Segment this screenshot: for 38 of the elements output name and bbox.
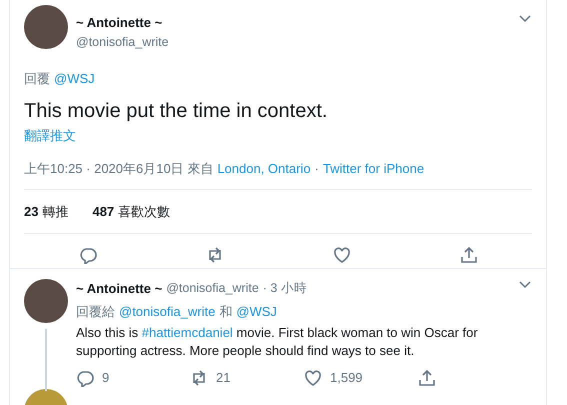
share-icon[interactable] — [418, 368, 436, 387]
hashtag-link[interactable]: #hattiemcdaniel — [142, 325, 233, 340]
retweet-icon[interactable] — [190, 368, 208, 387]
avatar-photo — [24, 279, 68, 323]
stat-count: 23 — [24, 202, 38, 221]
share-icon[interactable] — [460, 246, 478, 264]
stat-count: 487 — [92, 202, 114, 221]
action-count: 21 — [216, 369, 230, 387]
user-name: ~ Antoinette ~ — [76, 14, 164, 32]
reply-label: 回覆 — [24, 70, 50, 88]
mention-link[interactable]: @WSJ — [54, 69, 95, 89]
tweet-timestamp: 上午10:25 · 2020年6月10日 來自 — [24, 160, 214, 178]
conjunction-text: 和 — [219, 302, 232, 320]
separator-dot: · — [314, 160, 319, 178]
source-link[interactable]: Twitter for iPhone — [322, 159, 424, 179]
translate-link[interactable]: 翻譯推文 — [24, 128, 76, 143]
tweet-text: This movie put the time in context. — [24, 98, 328, 123]
heart-icon[interactable] — [332, 246, 350, 264]
avatar-photo — [24, 5, 68, 49]
user-handle: @tonisofia_write — [166, 280, 259, 297]
stat-label: 轉推 — [42, 202, 68, 221]
location-link[interactable]: London, Ontario — [217, 159, 311, 179]
speech-bubble-icon[interactable] — [76, 368, 94, 387]
reply-text: Also this is #hattiemcdaniel movie. First black woman to win Oscar for supporting actress. More people should find ways to see it. — [76, 324, 479, 360]
tweet-age: · 3 小時 — [262, 280, 307, 297]
thread-line — [45, 329, 47, 391]
mention-link[interactable]: @WSJ — [236, 302, 277, 321]
reply-label: 回覆給 — [76, 302, 115, 320]
user-handle: @tonisofia_write — [76, 34, 170, 50]
heart-icon[interactable] — [304, 368, 322, 387]
mention-link[interactable]: @tonisofia_write — [119, 302, 216, 321]
stat-label: 喜歡次數 — [118, 202, 170, 221]
speech-bubble-icon[interactable] — [78, 246, 96, 264]
action-count: 9 — [102, 369, 110, 387]
chevron-down-icon[interactable] — [518, 13, 532, 23]
chevron-down-icon[interactable] — [518, 279, 532, 289]
action-count: 1,599 — [330, 369, 363, 387]
user-name: ~ Antoinette ~ — [76, 280, 162, 298]
